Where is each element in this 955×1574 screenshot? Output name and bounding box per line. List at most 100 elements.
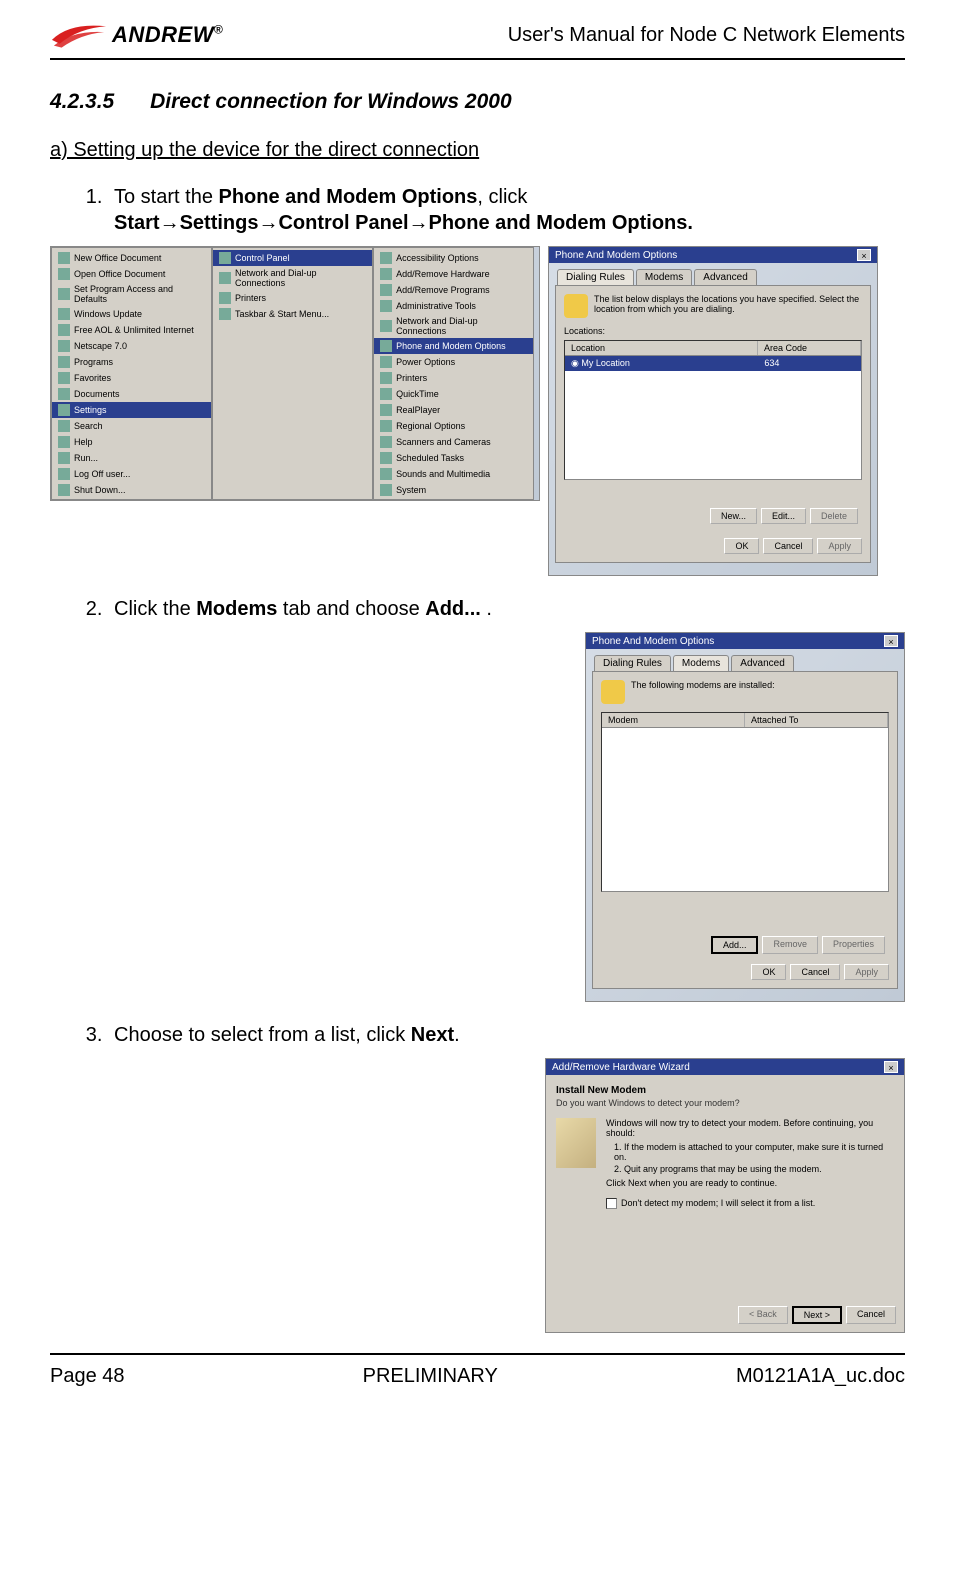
close-icon[interactable]: × xyxy=(884,635,898,647)
menu-columns: New Office Document Open Office Document S… xyxy=(51,247,539,500)
menu-item[interactable]: Printers xyxy=(374,370,533,386)
menu-item-label: Open Office Document xyxy=(74,269,165,279)
tab-dialing-rules[interactable]: Dialing Rules xyxy=(594,655,671,671)
page-header: ANDREW® User's Manual for Node C Network… xyxy=(50,20,905,60)
tab-modems[interactable]: Modems xyxy=(673,655,729,671)
menu-item-label: Help xyxy=(74,437,93,447)
ok-button[interactable]: OK xyxy=(751,964,786,980)
menu-item[interactable]: Add/Remove Hardware xyxy=(374,266,533,282)
menu-item-icon xyxy=(58,436,70,448)
list-row-my-location[interactable]: ◉ My Location 634 xyxy=(565,356,861,371)
menu-item[interactable]: Phone and Modem Options xyxy=(374,338,533,354)
menu-item[interactable]: Windows Update xyxy=(52,306,211,322)
cancel-button[interactable]: Cancel xyxy=(846,1306,896,1324)
back-button[interactable]: < Back xyxy=(738,1306,788,1324)
menu-item-icon xyxy=(219,272,231,284)
menu-item[interactable]: Regional Options xyxy=(374,418,533,434)
menu-item[interactable]: System xyxy=(374,482,533,498)
menu-item[interactable]: Run... xyxy=(52,450,211,466)
cancel-button[interactable]: Cancel xyxy=(763,538,813,554)
menu-item[interactable]: Free AOL & Unlimited Internet xyxy=(52,322,211,338)
close-icon[interactable]: × xyxy=(884,1061,898,1073)
menu-item-icon xyxy=(380,468,392,480)
menu-item-label: New Office Document xyxy=(74,253,161,263)
delete-button[interactable]: Delete xyxy=(810,508,858,524)
step1-bold1: Phone and Modem Options xyxy=(219,186,478,208)
menu-item-label: Control Panel xyxy=(235,253,290,263)
logo-text: ANDREW® xyxy=(112,22,223,48)
menu-item[interactable]: Network and Dial-up Connections xyxy=(374,314,533,338)
new-button[interactable]: New... xyxy=(710,508,757,524)
cancel-button[interactable]: Cancel xyxy=(790,964,840,980)
section-number: 4.2.3.5 xyxy=(50,90,114,113)
menu-item[interactable]: Open Office Document xyxy=(52,266,211,282)
menu-item[interactable]: New Office Document xyxy=(52,250,211,266)
arrow-icon: → xyxy=(160,212,180,234)
menu-item-label: Accessibility Options xyxy=(396,253,479,263)
menu-item[interactable]: Documents xyxy=(52,386,211,402)
menu-item[interactable]: Scanners and Cameras xyxy=(374,434,533,450)
footer-docid: M0121A1A_uc.doc xyxy=(736,1365,905,1388)
step1-path: Start→Settings→Control Panel→Phone and M… xyxy=(114,212,693,234)
menu-item[interactable]: Set Program Access and Defaults xyxy=(52,282,211,306)
apply-button[interactable]: Apply xyxy=(844,964,889,980)
modem-icon xyxy=(601,680,625,704)
menu-item[interactable]: RealPlayer xyxy=(374,402,533,418)
edit-button[interactable]: Edit... xyxy=(761,508,806,524)
menu-item-label: Add/Remove Programs xyxy=(396,285,490,295)
menu-item[interactable]: Printers xyxy=(213,290,372,306)
next-button[interactable]: Next > xyxy=(792,1306,842,1324)
menu-item[interactable]: Programs xyxy=(52,354,211,370)
menu-item-label: Regional Options xyxy=(396,421,465,431)
close-icon[interactable]: × xyxy=(857,249,871,261)
menu-item[interactable]: Scheduled Tasks xyxy=(374,450,533,466)
menu-item[interactable]: Administrative Tools xyxy=(374,298,533,314)
tab-advanced[interactable]: Advanced xyxy=(694,269,756,285)
tab-dialing-rules[interactable]: Dialing Rules xyxy=(557,269,634,285)
menu-item-label: Shut Down... xyxy=(74,485,126,495)
wizard-subheading: Do you want Windows to detect your modem… xyxy=(556,1098,894,1108)
menu-item[interactable]: Favorites xyxy=(52,370,211,386)
menu-item[interactable]: Sounds and Multimedia xyxy=(374,466,533,482)
dialog1-listbox[interactable]: Location Area Code ◉ My Location 634 xyxy=(564,340,862,480)
screenshot-add-hardware-wizard: Add/Remove Hardware Wizard × Install New… xyxy=(545,1058,905,1333)
menu-item-icon xyxy=(380,452,392,464)
menu-item-label: Scheduled Tasks xyxy=(396,453,464,463)
properties-button[interactable]: Properties xyxy=(822,936,885,954)
apply-button[interactable]: Apply xyxy=(817,538,862,554)
menu-item[interactable]: Search xyxy=(52,418,211,434)
menu-item-icon xyxy=(380,484,392,496)
footer-status: PRELIMINARY xyxy=(363,1365,498,1388)
menu-item-icon xyxy=(380,356,392,368)
menu-item-label: QuickTime xyxy=(396,389,439,399)
ok-button[interactable]: OK xyxy=(724,538,759,554)
screenshot-pmo-modems: Phone And Modem Options × Dialing Rules … xyxy=(585,632,905,1002)
dialog2-listbox[interactable]: Modem Attached To xyxy=(601,712,889,892)
menu-item-icon xyxy=(219,308,231,320)
add-button[interactable]: Add... xyxy=(711,936,759,954)
menu-item-icon xyxy=(58,356,70,368)
menu-item[interactable]: Control Panel xyxy=(213,250,372,266)
menu-item[interactable]: Shut Down... xyxy=(52,482,211,498)
menu-item[interactable]: Users and Passwords xyxy=(374,498,533,501)
menu-item[interactable]: Add/Remove Programs xyxy=(374,282,533,298)
tab-modems[interactable]: Modems xyxy=(636,269,692,285)
menu-item[interactable]: Network and Dial-up Connections xyxy=(213,266,372,290)
remove-button[interactable]: Remove xyxy=(762,936,818,954)
dialog1-bottom-buttons: OK Cancel Apply xyxy=(724,538,862,554)
menu-item[interactable]: Help xyxy=(52,434,211,450)
tab-advanced[interactable]: Advanced xyxy=(731,655,793,671)
menu-item[interactable]: Netscape 7.0 xyxy=(52,338,211,354)
menu-item-label: Favorites xyxy=(74,373,111,383)
dont-detect-checkbox[interactable] xyxy=(606,1198,617,1209)
menu-item[interactable]: Settings xyxy=(52,402,211,418)
menu-item-icon xyxy=(58,252,70,264)
menu-item[interactable]: Accessibility Options xyxy=(374,250,533,266)
step-2: Click the Modems tab and choose Add... . xyxy=(108,596,905,622)
menu-item[interactable]: QuickTime xyxy=(374,386,533,402)
menu-item[interactable]: Log Off user... xyxy=(52,466,211,482)
menu-item[interactable]: Power Options xyxy=(374,354,533,370)
menu-item-icon xyxy=(58,388,70,400)
menu-item[interactable]: Taskbar & Start Menu... xyxy=(213,306,372,322)
menu-item-icon xyxy=(58,404,70,416)
